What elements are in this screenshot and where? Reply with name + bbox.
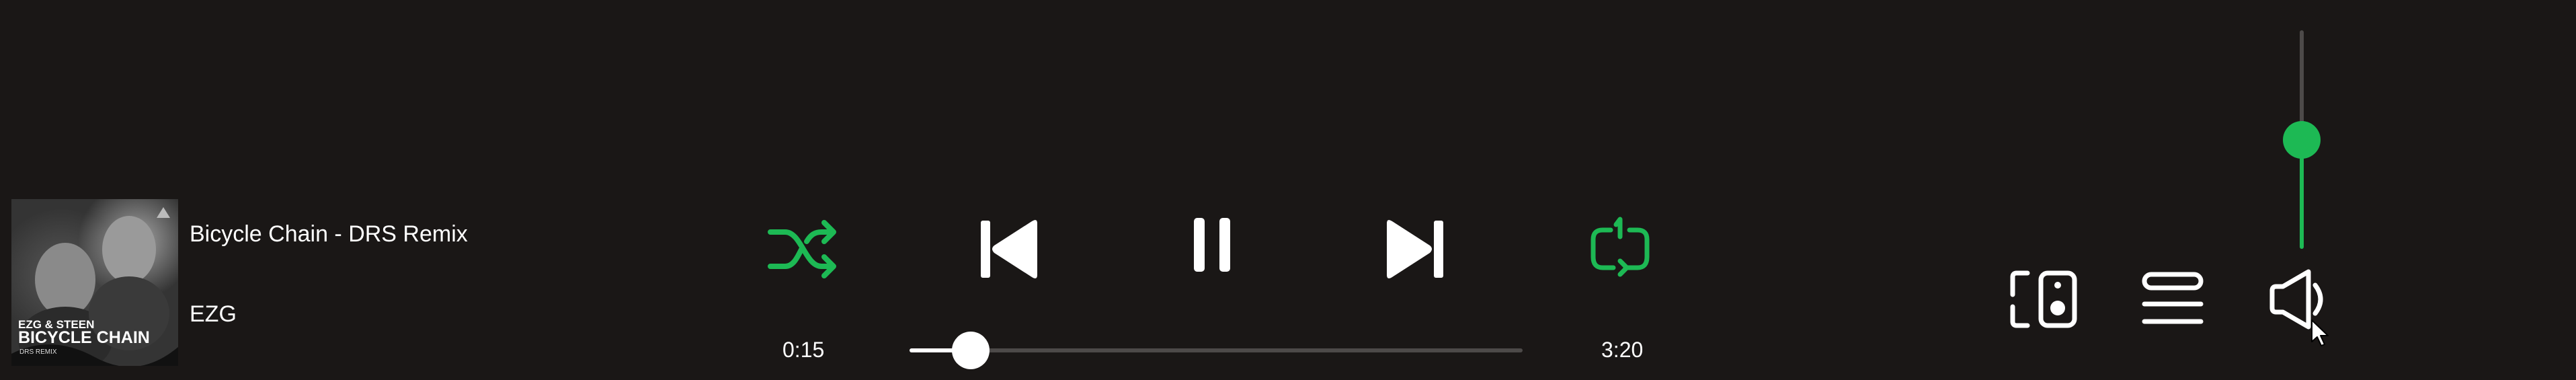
track-title[interactable]: Bicycle Chain - DRS Remix <box>190 221 468 248</box>
shuffle-button[interactable] <box>766 217 840 281</box>
volume-slider[interactable] <box>2282 30 2322 249</box>
repeat-button[interactable] <box>1586 214 1654 284</box>
devices-button[interactable] <box>2009 268 2083 331</box>
pause-icon <box>1194 218 1230 272</box>
elapsed-time: 0:15 <box>782 338 825 362</box>
speaker-devices-icon <box>2010 270 2077 328</box>
album-art-text-2: BICYCLE CHAIN <box>18 328 150 347</box>
shuffle-icon <box>768 220 836 278</box>
skip-forward-icon <box>1387 220 1443 278</box>
album-art-text-3: DRS REMIX <box>19 348 57 356</box>
progress-track <box>910 348 1523 352</box>
volume-handle[interactable] <box>2283 120 2321 159</box>
queue-icon <box>2142 272 2204 324</box>
previous-button[interactable] <box>975 214 1043 284</box>
skip-back-icon <box>981 220 1037 278</box>
track-artist[interactable]: EZG <box>190 301 237 328</box>
queue-button[interactable] <box>2139 268 2206 331</box>
pause-button[interactable] <box>1189 215 1236 276</box>
next-button[interactable] <box>1381 214 1449 284</box>
progress-slider[interactable] <box>910 330 1523 370</box>
progress-handle[interactable] <box>952 332 990 369</box>
mouse-cursor-icon <box>2311 319 2329 346</box>
repeat-one-icon <box>1591 217 1650 277</box>
total-time: 3:20 <box>1601 338 1644 362</box>
player-bar: EZG & STEEN BICYCLE CHAIN DRS REMIX Bicy… <box>0 0 2576 380</box>
album-art[interactable]: EZG & STEEN BICYCLE CHAIN DRS REMIX <box>11 199 178 366</box>
